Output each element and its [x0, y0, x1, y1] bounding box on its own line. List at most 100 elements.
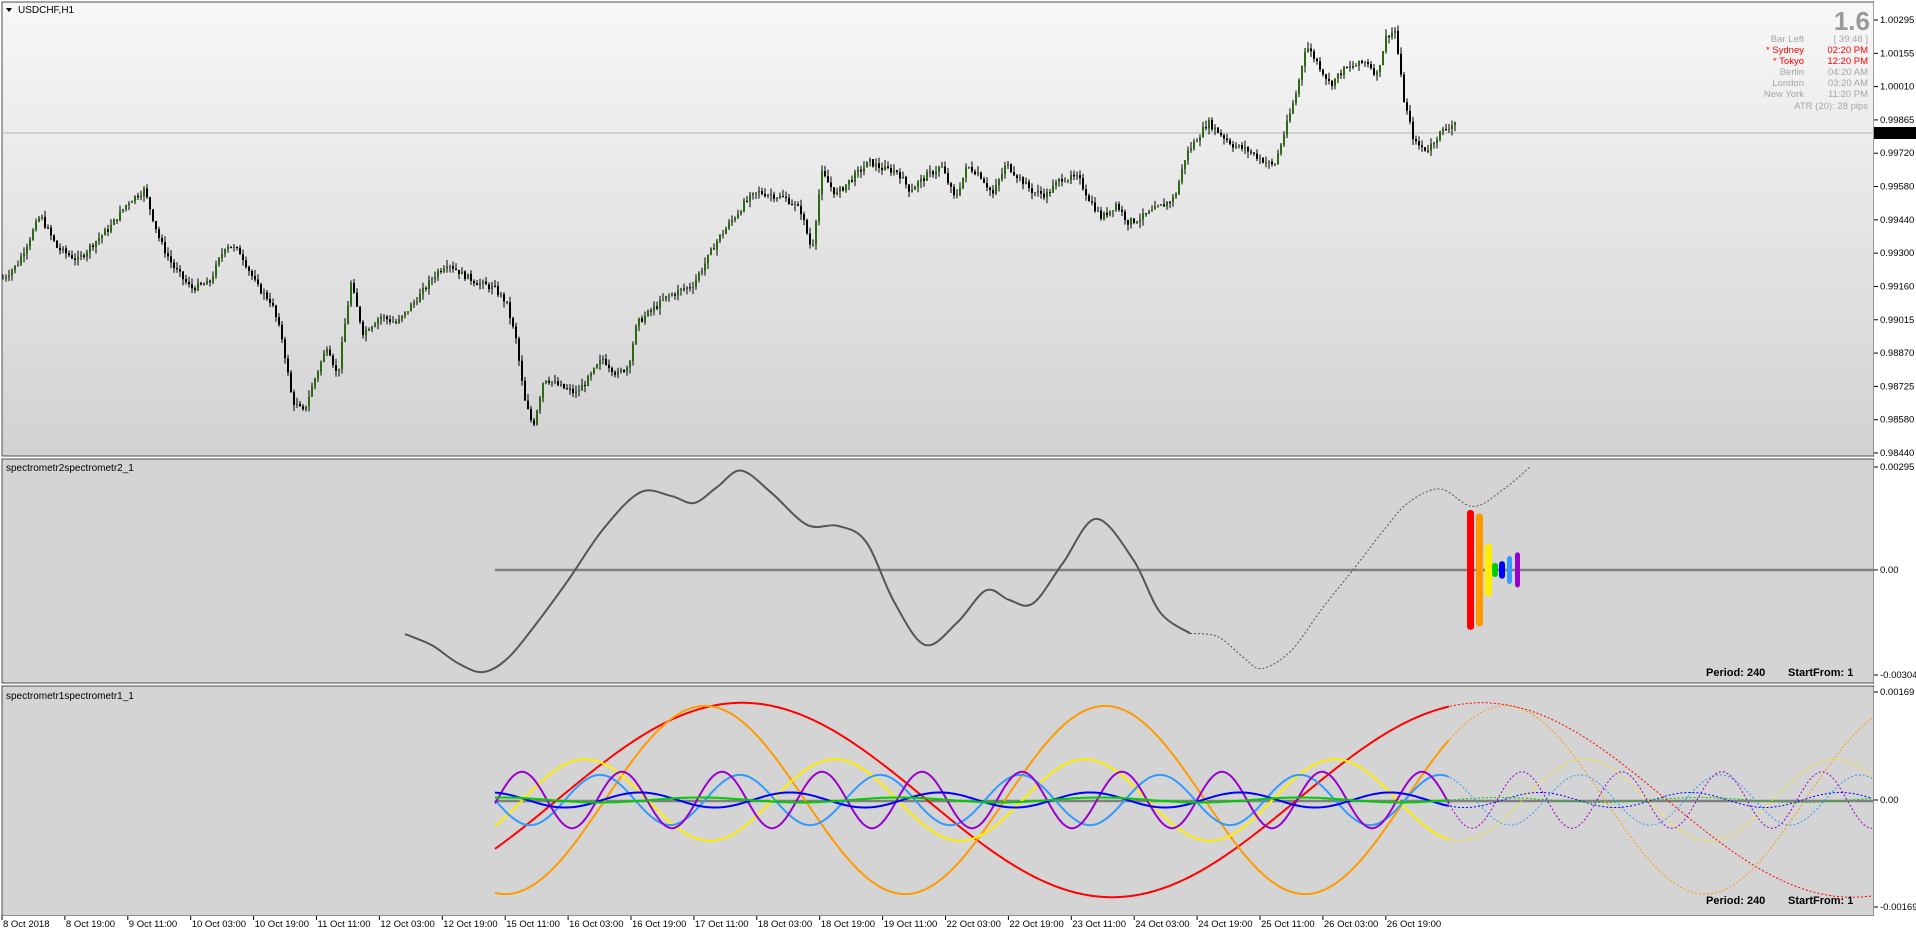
candle-body — [140, 195, 142, 198]
candle-body — [329, 349, 331, 356]
candle-body — [830, 182, 832, 188]
candle-body — [1391, 32, 1393, 38]
spectrum-bar — [1507, 555, 1512, 585]
candle-body — [1013, 172, 1015, 176]
candle-body — [194, 288, 196, 291]
candle-body — [332, 355, 334, 366]
candle-body — [1040, 191, 1042, 194]
candle-body — [623, 369, 625, 372]
sub1-axis-label: -0.00304 — [1880, 670, 1916, 681]
candle-body — [1277, 153, 1279, 164]
candle-body — [509, 302, 511, 319]
candle-body — [263, 292, 265, 294]
candle-body — [728, 222, 730, 229]
time-axis-label: 8 Oct 2018 — [3, 919, 49, 930]
candle-body — [671, 294, 673, 296]
candle-body — [116, 219, 118, 221]
candle-body — [134, 195, 136, 202]
candle-body — [1121, 209, 1123, 212]
candle-body — [929, 171, 931, 173]
spectrum-bar — [1515, 552, 1520, 588]
candle-body — [572, 388, 574, 394]
main-panel[interactable] — [2, 2, 1874, 456]
spectrum-bar — [1476, 513, 1483, 627]
candle-body — [1139, 219, 1141, 222]
candle-body — [611, 367, 613, 373]
candle-body — [302, 406, 304, 410]
candle-body — [380, 316, 382, 320]
candle-body — [776, 197, 778, 199]
info-row-value: 12:20 PM — [1827, 56, 1868, 67]
candle-body — [317, 371, 319, 379]
candle-body — [620, 369, 622, 372]
candle-body — [788, 197, 790, 204]
sub2-axis-label: -0.00169 — [1880, 902, 1916, 913]
candle-body — [185, 279, 187, 282]
price-axis-label: 0.99300 — [1880, 248, 1914, 259]
candle-body — [515, 326, 517, 339]
candle-body — [1055, 181, 1057, 186]
candle-body — [197, 282, 199, 291]
sub2-title: spectrometr1spectrometr1_1 — [6, 691, 134, 702]
candle-body — [389, 319, 391, 322]
candle-body — [254, 276, 256, 280]
candle-body — [1004, 165, 1006, 175]
candle-body — [71, 255, 73, 259]
candle-body — [815, 221, 817, 245]
time-axis-label: 16 Oct 03:00 — [569, 919, 623, 930]
candle-body — [1199, 137, 1201, 142]
candle-body — [2, 278, 4, 280]
candle-body — [173, 262, 175, 269]
candle-body — [413, 302, 415, 305]
candle-body — [575, 391, 577, 394]
candle-body — [368, 329, 370, 331]
candle-body — [170, 256, 172, 263]
candle-body — [704, 263, 706, 271]
candle-body — [530, 408, 532, 421]
candle-body — [1313, 51, 1315, 59]
candle-body — [1418, 141, 1420, 146]
candle-body — [764, 193, 766, 197]
candle-body — [584, 385, 586, 387]
candle-body — [284, 339, 286, 359]
candle-body — [809, 233, 811, 245]
candle-body — [626, 367, 628, 372]
candle-body — [1256, 153, 1258, 159]
candle-body — [305, 406, 307, 410]
candle-body — [872, 159, 874, 167]
candle-body — [146, 188, 148, 198]
time-axis-label: 19 Oct 11:00 — [884, 919, 938, 930]
candle-body — [35, 221, 37, 230]
terminal-window: USDCHF,H1 1.6 Bar Left [ 39:48 ] * Sydney 0… — [0, 0, 1916, 933]
candle-body — [1100, 210, 1102, 219]
candle-body — [278, 317, 280, 325]
candle-body — [476, 283, 478, 286]
candle-body — [836, 191, 838, 195]
candle-body — [890, 167, 892, 173]
candle-body — [38, 218, 40, 222]
candle-body — [428, 280, 430, 289]
candle-body — [164, 242, 166, 254]
candle-body — [605, 358, 607, 365]
candle-body — [1127, 219, 1129, 225]
candle-body — [215, 264, 217, 277]
candle-body — [29, 239, 31, 247]
candle-body — [26, 246, 28, 254]
candle-body — [998, 179, 1000, 186]
candle-body — [1079, 175, 1081, 179]
candle-body — [131, 201, 133, 204]
chart-title[interactable]: USDCHF,H1 — [18, 5, 75, 16]
candle-body — [1058, 179, 1060, 182]
candle-body — [1445, 129, 1447, 131]
candle-body — [221, 254, 223, 259]
time-axis-label: 8 Oct 19:00 — [66, 919, 115, 930]
price-axis-label: 0.99015 — [1880, 315, 1914, 326]
candle-body — [848, 179, 850, 185]
price-axis-label: 0.98440 — [1880, 448, 1914, 459]
time-axis-label: 26 Oct 19:00 — [1387, 919, 1441, 930]
price-axis-label: 0.98870 — [1880, 348, 1914, 359]
candle-body — [44, 216, 46, 228]
candle-body — [797, 204, 799, 206]
candle-body — [1133, 218, 1135, 223]
candle-body — [1232, 144, 1234, 148]
